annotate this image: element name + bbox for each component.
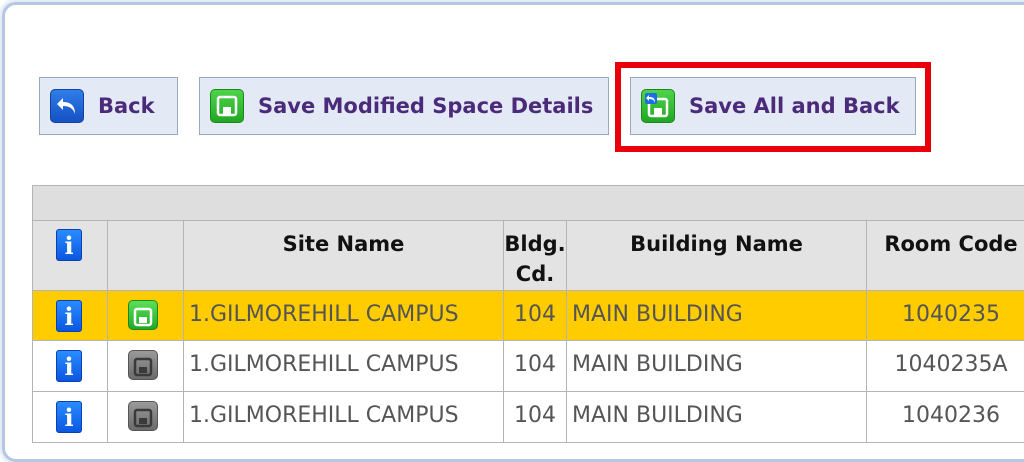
floppy-disk-disabled-icon — [128, 350, 158, 380]
header-info-cell: i — [32, 220, 108, 291]
header-site-name[interactable]: Site Name — [183, 220, 504, 291]
floppy-disk-icon[interactable] — [128, 300, 158, 330]
info-icon[interactable]: i — [56, 300, 82, 332]
info-icon[interactable]: i — [56, 350, 82, 382]
cell-building-name[interactable]: MAIN BUILDING — [566, 391, 867, 443]
cell-bldg-cd[interactable]: 104 — [503, 391, 567, 443]
info-icon[interactable]: i — [56, 401, 82, 433]
cell-site-name[interactable]: 1.GILMOREHILL CAMPUS — [183, 340, 504, 392]
floppy-disk-back-icon — [641, 89, 675, 123]
save-modified-space-details-button[interactable]: Save Modified Space Details — [199, 77, 609, 135]
back-button[interactable]: Back — [39, 77, 178, 135]
row-save-cell — [107, 391, 184, 443]
row-info-cell: i — [32, 391, 108, 443]
save-all-and-back-label: Save All and Back — [689, 94, 900, 118]
header-room-code[interactable]: Room Code — [866, 220, 1024, 291]
cell-bldg-cd[interactable]: 104 — [503, 340, 567, 392]
cell-bldg-cd[interactable]: 104 — [503, 290, 567, 341]
back-arrow-icon — [50, 89, 84, 123]
back-button-label: Back — [98, 94, 155, 118]
save-all-and-back-button[interactable]: Save All and Back — [630, 77, 916, 135]
header-save-cell — [107, 220, 184, 291]
save-modified-label: Save Modified Space Details — [258, 94, 594, 118]
grid-top-bar — [32, 185, 1024, 221]
cell-room-code[interactable]: 1040235 — [866, 290, 1024, 341]
row-info-cell: i — [32, 290, 108, 341]
header-bldg-cd[interactable]: Bldg. Cd. — [503, 220, 567, 291]
cell-site-name[interactable]: 1.GILMOREHILL CAMPUS — [183, 290, 504, 341]
cell-room-code[interactable]: 1040236 — [866, 391, 1024, 443]
row-save-cell — [107, 290, 184, 341]
cell-building-name[interactable]: MAIN BUILDING — [566, 290, 867, 341]
info-icon[interactable]: i — [56, 229, 82, 261]
floppy-disk-disabled-icon — [128, 401, 158, 431]
cell-site-name[interactable]: 1.GILMOREHILL CAMPUS — [183, 391, 504, 443]
floppy-disk-icon — [210, 89, 244, 123]
cell-building-name[interactable]: MAIN BUILDING — [566, 340, 867, 392]
header-building-name[interactable]: Building Name — [566, 220, 867, 291]
row-info-cell: i — [32, 340, 108, 392]
space-details-grid: i Site Name Bldg. Cd. Building Name Room… — [32, 185, 1024, 455]
row-save-cell — [107, 340, 184, 392]
cell-room-code[interactable]: 1040235A — [866, 340, 1024, 392]
